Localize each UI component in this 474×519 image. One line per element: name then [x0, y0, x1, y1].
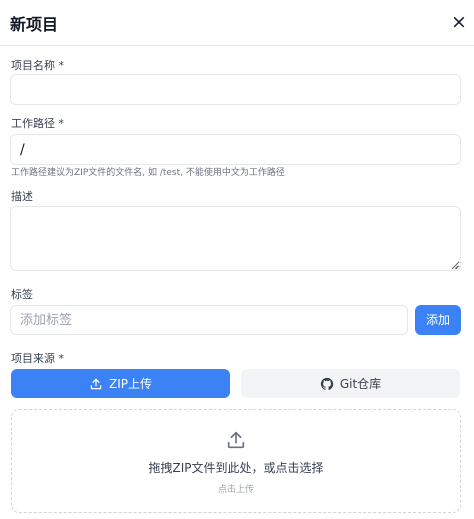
tags-label: 标签 — [11, 288, 33, 301]
dialog-title: 新项目 — [10, 15, 59, 34]
new-project-dialog: 新项目 × 项目名称 * 工作路径 * 工作路径建议为ZIP文件的文件名, 如 … — [0, 0, 474, 519]
upload-icon — [90, 378, 102, 389]
zip-upload-option[interactable]: ZIP上传 — [11, 369, 230, 398]
project-source-label: 项目来源 * — [11, 352, 64, 365]
dialog-header: 新项目 × — [0, 0, 474, 46]
close-icon[interactable]: × — [450, 10, 468, 34]
dropzone-subtext: 点击上传 — [217, 485, 254, 495]
description-label: 描述 — [11, 190, 33, 203]
add-tag-button[interactable]: 添加 — [415, 305, 461, 335]
work-path-input[interactable] — [10, 134, 461, 165]
upload-icon — [227, 431, 245, 449]
zip-upload-label: ZIP上传 — [109, 377, 152, 391]
work-path-hint: 工作路径建议为ZIP文件的文件名, 如 /test, 不能使用中文为工作路径 — [11, 168, 285, 178]
zip-dropzone[interactable]: 拖拽ZIP文件到此处，或点击选择 点击上传 — [11, 409, 461, 513]
github-icon — [320, 377, 334, 390]
tag-input[interactable] — [10, 305, 408, 335]
dropzone-text: 拖拽ZIP文件到此处，或点击选择 — [148, 461, 324, 475]
project-name-label: 项目名称 * — [11, 59, 64, 72]
work-path-label: 工作路径 * — [11, 117, 64, 130]
git-repo-option[interactable]: Git仓库 — [241, 369, 460, 398]
git-repo-label: Git仓库 — [339, 377, 382, 391]
project-name-input[interactable] — [10, 74, 461, 105]
description-textarea[interactable] — [10, 206, 461, 271]
